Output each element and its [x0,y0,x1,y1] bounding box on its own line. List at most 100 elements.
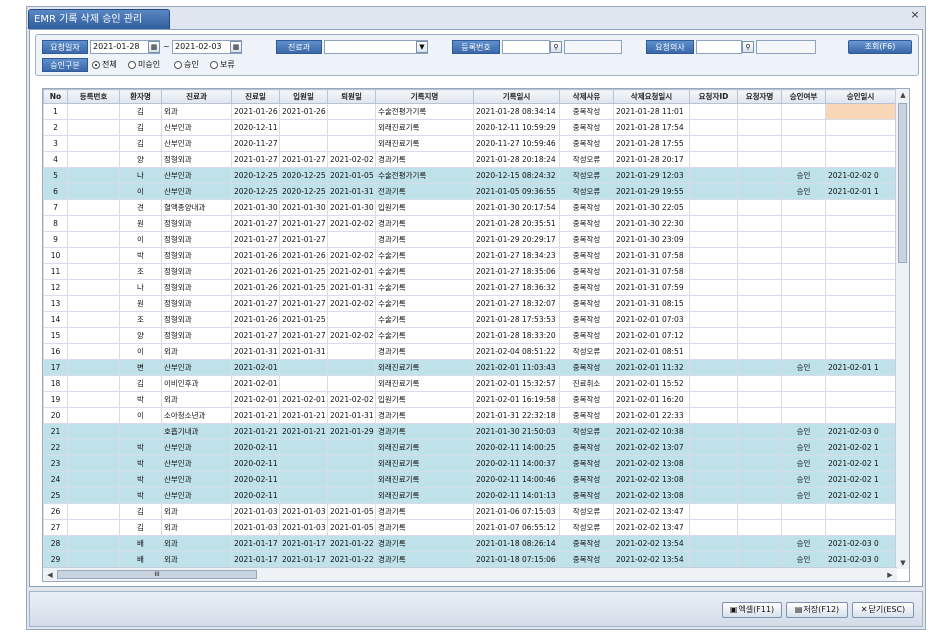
table-row[interactable]: 10 박 정형외과 2021-01-26 2021-01-26 2021-02-02 수술기… [43,247,896,264]
cell-reason[interactable]: 작성오류 [559,167,614,184]
cell-reqname[interactable] [737,471,782,488]
cell-reg[interactable] [67,423,120,440]
cell-reason[interactable]: 중복작성 [559,295,614,312]
table-row[interactable]: 21 호흡기내과 2021-01-21 2021-01-21 2021-01-29 경과기… [43,423,896,440]
table-row[interactable]: 13 원 정형외과 2021-01-27 2021-01-27 2021-02-02 수술기… [43,295,896,312]
cell-no[interactable]: 5 [43,167,68,184]
cell-name[interactable]: 김 [119,135,162,152]
cell-adm[interactable]: 2021-01-21 [279,423,328,440]
cell-dept[interactable]: 외과 [161,503,232,520]
cell-reg[interactable] [67,407,120,424]
department-select[interactable] [324,40,428,54]
cell-doc[interactable]: 외래진료기록 [375,359,474,376]
cell-adm[interactable]: 2021-01-17 [279,551,328,568]
cell-reg[interactable] [67,519,120,536]
cell-doc[interactable]: 외래진료기록 [375,455,474,472]
cell-doc[interactable]: 외래진료기록 [375,487,474,504]
cell-visit[interactable]: 2021-01-26 [231,311,280,328]
cell-reqname[interactable] [737,391,782,408]
cell-reqid[interactable] [689,231,738,248]
table-row[interactable]: 16 이 외과 2021-01-31 2021-01-31 경과기록 2021-02-04 … [43,343,896,360]
cell-reqname[interactable] [737,535,782,552]
cell-reg[interactable] [67,359,120,376]
save-button[interactable]: ▤저장(F12) [786,602,848,618]
table-row[interactable]: 27 김 외과 2021-01-03 2021-01-03 2021-01-05 경과기록 2… [43,519,896,536]
cell-dis[interactable]: 2021-01-05 [327,519,376,536]
cell-dis[interactable]: 2021-02-02 [327,295,376,312]
cell-apprdt[interactable]: 2021-02-02 0 [825,167,896,184]
cell-apprdt[interactable]: 2021-02-01 1 [825,359,896,376]
cell-reqid[interactable] [689,455,738,472]
cell-no[interactable]: 13 [43,295,68,312]
cell-recdt[interactable]: 2021-02-01 11:03:43 [473,359,560,376]
cell-doc[interactable]: 전과기록 [375,183,474,200]
table-row[interactable]: 11 조 정형외과 2021-01-26 2021-01-25 2021-02-01 수술기… [43,263,896,280]
cell-recdt[interactable]: 2021-01-31 22:32:18 [473,407,560,424]
cell-reqname[interactable] [737,247,782,264]
cell-dept[interactable]: 호흡기내과 [161,423,232,440]
cell-reg[interactable] [67,439,120,456]
scroll-thumb-horizontal[interactable]: III [57,570,257,579]
table-row[interactable]: 29 배 외과 2021-01-17 2021-01-17 2021-01-22 경과기록 2… [43,551,896,568]
cell-adm[interactable] [279,119,328,136]
cell-reason[interactable]: 중복작성 [559,551,614,568]
cell-dept[interactable]: 정형외과 [161,247,232,264]
cell-reqid[interactable] [689,439,738,456]
cell-appr[interactable]: 승인 [781,183,826,200]
cell-adm[interactable] [279,359,328,376]
cell-doc[interactable]: 경과기록 [375,215,474,232]
cell-adm[interactable] [279,375,328,392]
cell-reqname[interactable] [737,343,782,360]
cell-reqdt[interactable]: 2021-01-31 07:58 [613,247,690,264]
cell-reqid[interactable] [689,423,738,440]
cell-visit[interactable]: 2021-02-01 [231,359,280,376]
cell-reqdt[interactable]: 2021-02-02 13:47 [613,503,690,520]
cell-no[interactable]: 6 [43,183,68,200]
cell-reg[interactable] [67,199,120,216]
cell-reqdt[interactable]: 2021-01-29 12:03 [613,167,690,184]
cell-doc[interactable]: 수술기록 [375,295,474,312]
cell-appr[interactable] [781,311,826,328]
cell-adm[interactable]: 2021-01-03 [279,503,328,520]
cell-reqdt[interactable]: 2021-02-02 13:08 [613,487,690,504]
cell-name[interactable]: 박 [119,391,162,408]
cell-appr[interactable] [781,279,826,296]
cell-doc[interactable]: 외래진료기록 [375,135,474,152]
cell-recdt[interactable]: 2021-01-18 08:26:14 [473,535,560,552]
cell-reqname[interactable] [737,439,782,456]
cell-visit[interactable]: 2021-01-31 [231,343,280,360]
cell-dept[interactable]: 외과 [161,519,232,536]
cell-apprdt[interactable] [825,343,896,360]
cell-visit[interactable]: 2020-02-11 [231,487,280,504]
cell-apprdt[interactable]: 2021-02-02 1 [825,455,896,472]
cell-name[interactable]: 이 [119,183,162,200]
cell-reason[interactable]: 중복작성 [559,535,614,552]
cell-reqdt[interactable]: 2021-01-30 22:30 [613,215,690,232]
column-header[interactable]: 승인일시 [825,89,896,104]
cell-name[interactable]: 김 [119,519,162,536]
cell-dept[interactable]: 정형외과 [161,311,232,328]
cell-apprdt[interactable] [825,135,896,152]
cell-reason[interactable]: 진료취소 [559,375,614,392]
table-row[interactable]: 4 양 정형외과 2021-01-27 2021-01-27 2021-02-02 경과기록… [43,151,896,168]
cell-dept[interactable]: 외과 [161,535,232,552]
cell-reqid[interactable] [689,135,738,152]
cell-no[interactable]: 10 [43,247,68,264]
cell-doc[interactable]: 경과기록 [375,519,474,536]
cell-visit[interactable]: 2021-01-03 [231,519,280,536]
cell-name[interactable]: 원 [119,295,162,312]
chevron-down-icon[interactable]: ▼ [416,41,428,53]
cell-recdt[interactable]: 2021-01-06 07:15:03 [473,503,560,520]
cell-reason[interactable]: 중복작성 [559,231,614,248]
cell-doc[interactable]: 외래진료기록 [375,439,474,456]
cell-appr[interactable] [781,327,826,344]
cell-dept[interactable]: 정형외과 [161,327,232,344]
cell-dis[interactable] [327,343,376,360]
cell-recdt[interactable]: 2021-01-28 18:33:20 [473,327,560,344]
cell-reqname[interactable] [737,263,782,280]
cell-reqid[interactable] [689,391,738,408]
cell-visit[interactable]: 2021-01-27 [231,295,280,312]
cell-reason[interactable]: 중복작성 [559,327,614,344]
cell-doc[interactable]: 수술기록 [375,311,474,328]
cell-reg[interactable] [67,279,120,296]
